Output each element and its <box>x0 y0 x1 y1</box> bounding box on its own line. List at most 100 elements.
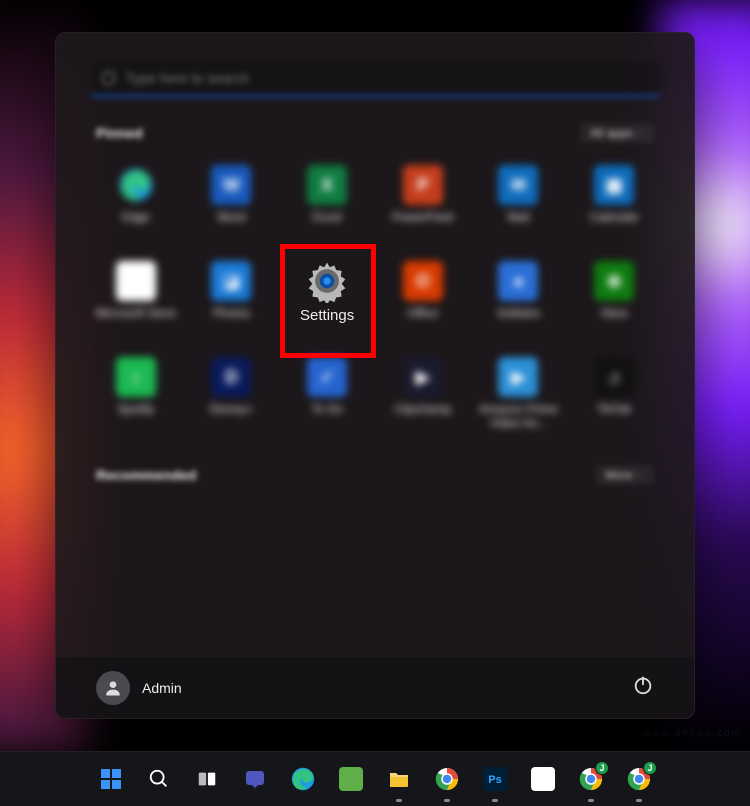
taskbar-search[interactable] <box>139 759 179 799</box>
tile-xbox[interactable]: ⊗ Xbox <box>568 253 660 339</box>
recommended-header: Recommended More › <box>96 465 654 485</box>
more-button[interactable]: More › <box>595 465 654 485</box>
profile-badge: J <box>643 761 657 775</box>
search-icon <box>102 71 115 85</box>
tile-edge[interactable]: Edge <box>90 157 182 243</box>
solitaire-icon: ♠ <box>498 261 538 301</box>
tile-label: PowerPoint <box>392 211 453 225</box>
spotify-icon: ♪ <box>116 357 156 397</box>
excel-icon: X <box>307 165 347 205</box>
tile-label: Word <box>217 211 245 225</box>
chat-icon <box>241 765 269 793</box>
tile-label: Microsoft Store <box>95 307 176 321</box>
photoshop-icon: Ps <box>481 765 509 793</box>
start-menu: Pinned All apps › Edge WWord X Excel P PowerP… <box>55 32 695 719</box>
taskbar-explorer[interactable] <box>379 759 419 799</box>
chrome-p2-icon: J <box>625 765 653 793</box>
taskbar-chrome[interactable] <box>427 759 467 799</box>
power-button[interactable] <box>632 674 654 701</box>
edge-icon <box>289 765 317 793</box>
tile-office[interactable]: O Office <box>377 253 469 339</box>
tile-label: Calendar <box>590 211 639 225</box>
power-icon <box>632 674 654 696</box>
start-menu-footer: Admin <box>56 656 694 718</box>
tile-excel[interactable]: X Excel <box>281 157 373 243</box>
tile-mail[interactable]: ✉ Mail <box>473 157 565 243</box>
tile-word[interactable]: WWord <box>186 157 278 243</box>
taskbar-chrome-p1[interactable]: J <box>571 759 611 799</box>
tile-clipchamp[interactable]: ▶ Clipchamp <box>377 349 469 435</box>
disney-icon: D <box>211 357 251 397</box>
taskbar-taskview[interactable] <box>187 759 227 799</box>
all-apps-button[interactable]: All apps › <box>580 123 654 143</box>
tile-settings[interactable]: Settings <box>281 253 373 339</box>
office-icon: O <box>403 261 443 301</box>
taskbar-edge[interactable] <box>283 759 323 799</box>
tile-label: Edge <box>122 211 150 225</box>
tile-powerpoint[interactable]: P PowerPoint <box>377 157 469 243</box>
taskbar: PsJJ <box>0 751 750 806</box>
explorer-icon <box>385 765 413 793</box>
username-label: Admin <box>142 680 182 696</box>
taskbar-app2[interactable] <box>523 759 563 799</box>
photos-icon: ◪ <box>211 261 251 301</box>
pinned-header: Pinned All apps › <box>96 123 654 143</box>
tile-label: Office <box>407 307 438 321</box>
prime-icon: ▶ <box>498 357 538 397</box>
taskbar-photoshop[interactable]: Ps <box>475 759 515 799</box>
chrome-icon <box>433 765 461 793</box>
start-menu-body: Pinned All apps › Edge WWord X Excel P PowerP… <box>56 33 694 656</box>
tile-spotify[interactable]: ♪ Spotify <box>90 349 182 435</box>
tile-label: Spotify <box>117 403 154 417</box>
pinned-title: Pinned <box>96 125 143 141</box>
app2-icon <box>529 765 557 793</box>
recommended-title: Recommended <box>96 467 196 483</box>
tile-label: Photos <box>213 307 250 321</box>
store-icon: 🛍 <box>116 261 156 301</box>
tile-label: Settings <box>300 307 354 324</box>
watermark: www.deyaq.com <box>643 728 742 739</box>
search-input[interactable] <box>125 70 648 86</box>
mail-icon: ✉ <box>498 165 538 205</box>
tile-disney[interactable]: D Disney+ <box>186 349 278 435</box>
todo-icon: ✓ <box>307 357 347 397</box>
xbox-icon: ⊗ <box>594 261 634 301</box>
tile-label: Clipchamp <box>394 403 451 417</box>
tile-store[interactable]: 🛍 Microsoft Store <box>90 253 182 339</box>
chevron-right-icon: › <box>637 128 640 139</box>
taskbar-app1[interactable] <box>331 759 371 799</box>
more-label: More <box>605 468 632 482</box>
edge-icon <box>116 165 156 205</box>
user-button[interactable]: Admin <box>96 671 182 705</box>
search-icon <box>145 765 173 793</box>
taskbar-chat[interactable] <box>235 759 275 799</box>
tile-label: Disney+ <box>210 403 254 417</box>
taskbar-start[interactable] <box>91 759 131 799</box>
powerpoint-icon: P <box>403 165 443 205</box>
tile-photos[interactable]: ◪ Photos <box>186 253 278 339</box>
taskview-icon <box>193 765 221 793</box>
tile-label: Excel <box>312 211 341 225</box>
tile-prime[interactable]: ▶ Amazon Prime Video for... <box>473 349 565 435</box>
tile-solitaire[interactable]: ♠Solitaire <box>473 253 565 339</box>
profile-badge: J <box>595 761 609 775</box>
tile-label: Xbox <box>600 307 627 321</box>
tile-label: To Do <box>311 403 342 417</box>
tile-label: Amazon Prime Video for... <box>477 403 560 431</box>
chrome-p1-icon: J <box>577 765 605 793</box>
tile-label: Mail <box>507 211 529 225</box>
tile-calendar[interactable]: ▦ Calendar <box>568 157 660 243</box>
tile-tiktok[interactable]: ♫ TikTok <box>568 349 660 435</box>
chevron-right-icon: › <box>637 470 640 481</box>
search-bar[interactable] <box>90 61 660 97</box>
clipchamp-icon: ▶ <box>403 357 443 397</box>
taskbar-chrome-p2[interactable]: J <box>619 759 659 799</box>
tile-label: TikTok <box>597 403 631 417</box>
tiktok-icon: ♫ <box>594 357 634 397</box>
svg-text:Ps: Ps <box>488 774 501 786</box>
settings-icon <box>307 261 347 301</box>
calendar-icon: ▦ <box>594 165 634 205</box>
avatar-icon <box>96 671 130 705</box>
tile-todo[interactable]: ✓ To Do <box>281 349 373 435</box>
all-apps-label: All apps <box>590 126 633 140</box>
